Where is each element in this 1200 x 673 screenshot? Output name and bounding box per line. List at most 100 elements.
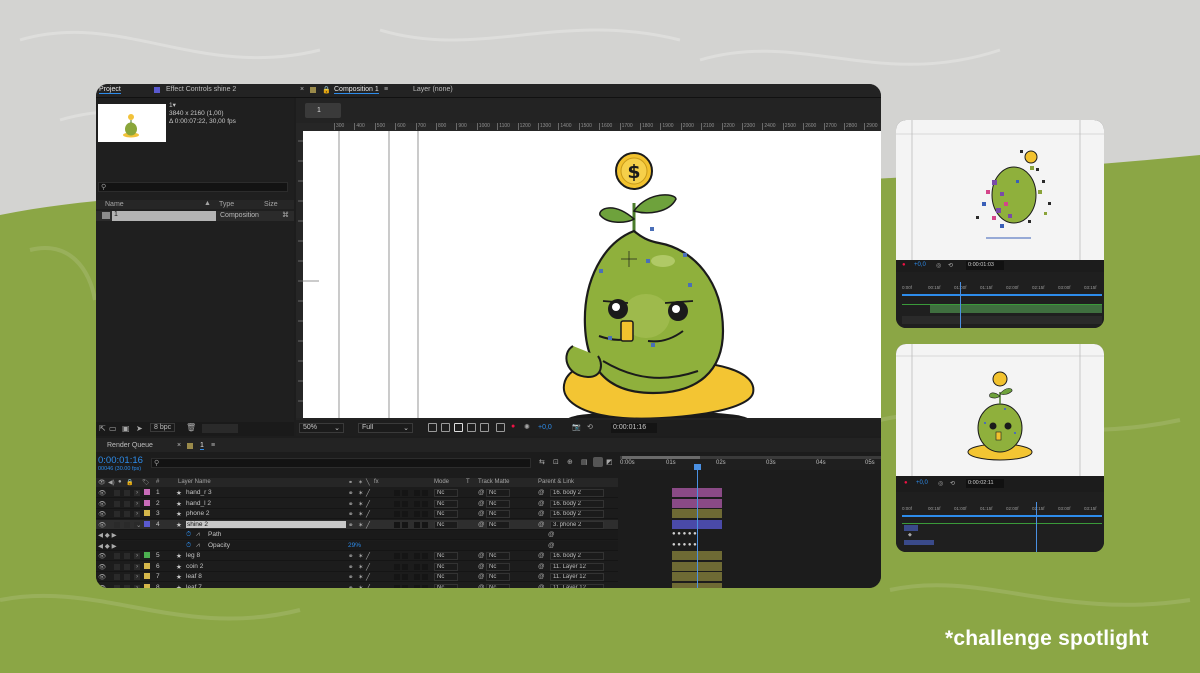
trash-icon[interactable]: 🗑	[186, 423, 196, 432]
collapse-switch-icon[interactable]: ✶	[358, 510, 363, 518]
label-color-swatch[interactable]	[144, 489, 150, 495]
switch-box[interactable]	[394, 563, 400, 570]
project-item-name[interactable]: 1	[112, 211, 216, 221]
playhead-line[interactable]	[697, 466, 698, 588]
switch-box[interactable]	[394, 500, 400, 507]
motion-blur-icon[interactable]	[593, 457, 603, 467]
draft-3d-icon[interactable]: ⊡	[553, 458, 559, 466]
parent-dropdown[interactable]: 16. body 2	[550, 489, 604, 497]
shy-switch-icon[interactable]: ⚭	[348, 479, 353, 486]
parent-pickwhip-icon[interactable]: @	[538, 489, 545, 496]
mode-dropdown[interactable]: Nc	[434, 562, 458, 571]
keyframe-nav-icon[interactable]: ◀ ◆ ▶	[98, 542, 117, 550]
chevron-right-icon[interactable]: ›	[136, 552, 138, 559]
mode-dropdown[interactable]: Nc	[434, 499, 458, 508]
exposure-value[interactable]: +0,0	[538, 424, 552, 431]
switch-box[interactable]	[422, 500, 428, 507]
switch-box[interactable]	[402, 490, 408, 496]
label-color-swatch[interactable]	[144, 520, 150, 527]
playhead-handle[interactable]	[694, 464, 701, 470]
switch-box[interactable]	[414, 574, 420, 580]
mode-dropdown[interactable]: Nc	[434, 573, 458, 581]
switch-box[interactable]	[422, 521, 428, 528]
collapse-switch-icon[interactable]: ✶	[358, 552, 363, 560]
col-type[interactable]: Type	[219, 201, 234, 208]
close-icon[interactable]: ×	[300, 86, 304, 93]
track-matte-pickwhip-icon[interactable]: @	[478, 500, 485, 507]
switch-box[interactable]	[402, 511, 408, 517]
layer-name[interactable]: hand_r 3	[186, 489, 212, 496]
parent-dropdown[interactable]: 11. Layer 12	[550, 562, 604, 571]
new-folder-icon[interactable]: ▭	[109, 424, 117, 433]
layer-name[interactable]: leaf 8	[186, 573, 202, 580]
collapse-switch-icon[interactable]: ✶	[358, 489, 363, 497]
shy-switch-icon[interactable]: ⚭	[348, 489, 353, 497]
parent-pickwhip-icon[interactable]: @	[538, 521, 545, 528]
quality-switch-icon[interactable]: ╲	[366, 479, 370, 486]
collapse-switch-icon[interactable]: ✶	[358, 479, 363, 486]
track-matte-dropdown[interactable]: Nc	[486, 489, 510, 497]
keyframe-nav-icon[interactable]: ◀ ◆ ▶	[98, 531, 117, 539]
thumb1-timecode[interactable]: 0:00:01:03	[966, 261, 1004, 270]
lock-box[interactable]	[124, 511, 130, 517]
solo-icon[interactable]: ●	[118, 479, 122, 485]
parent-pickwhip-icon[interactable]: @	[538, 563, 545, 570]
switch-box[interactable]	[394, 553, 400, 559]
solo-box[interactable]	[114, 584, 120, 588]
lock-box[interactable]	[124, 490, 130, 496]
quality-switch-icon[interactable]: ╱	[366, 552, 370, 560]
eye-icon[interactable]: 👁	[98, 489, 106, 497]
region-of-interest-icon[interactable]	[454, 423, 463, 434]
solo-box[interactable]	[114, 553, 120, 559]
lock-box[interactable]	[124, 521, 130, 528]
collapse-switch-icon[interactable]: ✶	[358, 521, 363, 529]
project-search-input[interactable]: ⚲	[98, 182, 288, 192]
video-visibility-icon[interactable]: 👁	[98, 479, 106, 486]
property-name[interactable]: Path	[208, 531, 221, 538]
switch-box[interactable]	[394, 574, 400, 580]
thumb2-timecode[interactable]: 0:00:02:11	[966, 479, 1004, 488]
parent-dropdown[interactable]: 16. body 2	[550, 510, 604, 518]
current-time-display[interactable]: 0:00:01:16	[98, 455, 143, 466]
show-snapshot-icon[interactable]: ⟲	[950, 480, 955, 487]
switch-box[interactable]	[422, 563, 428, 570]
parent-pickwhip-icon[interactable]: @	[538, 510, 545, 517]
grid-icon[interactable]	[496, 423, 505, 434]
shy-switch-icon[interactable]: ⚭	[348, 584, 353, 589]
switch-box[interactable]	[414, 500, 420, 507]
col-layer-name[interactable]: Layer Name	[178, 479, 211, 485]
solo-box[interactable]	[114, 563, 120, 570]
tab-render-queue[interactable]: Render Queue	[107, 442, 153, 449]
switch-box[interactable]	[414, 521, 420, 528]
tab-layer[interactable]: Layer (none)	[413, 86, 453, 93]
layer-name[interactable]: coin 2	[186, 563, 203, 570]
switch-box[interactable]	[414, 563, 420, 570]
layer-row[interactable]: 👁 › 1 ★ hand_r 3 ⚭ ✶ ╱ Nc @ Nc @16. body 2	[96, 488, 618, 498]
label-icon[interactable]: 🏷	[142, 479, 150, 486]
guides-icon[interactable]	[480, 423, 489, 434]
resolution-dropdown[interactable]: Full ⌄	[358, 423, 413, 433]
snapshot-camera-icon[interactable]: 📷	[572, 423, 581, 431]
mode-dropdown[interactable]: Nc	[434, 520, 458, 529]
switch-box[interactable]	[422, 574, 428, 580]
sort-icon[interactable]: ▲	[204, 200, 211, 207]
mode-dropdown[interactable]: Nc	[434, 583, 458, 588]
switch-box[interactable]	[402, 584, 408, 588]
frame-blending-icon[interactable]: ▤	[581, 458, 588, 466]
parent-pickwhip-icon[interactable]: @	[538, 500, 545, 507]
mode-dropdown[interactable]: Nc	[434, 510, 458, 518]
track-matte-pickwhip-icon[interactable]: @	[478, 489, 485, 496]
shy-switch-icon[interactable]: ⚭	[348, 521, 353, 529]
track-matte-pickwhip-icon[interactable]: @	[478, 563, 485, 570]
solo-box[interactable]	[114, 521, 120, 528]
lock-box[interactable]	[124, 574, 130, 580]
shy-switch-icon[interactable]: ⚭	[348, 500, 353, 508]
solo-box[interactable]	[114, 500, 120, 507]
quality-switch-icon[interactable]: ╱	[366, 510, 370, 518]
show-snapshot-icon[interactable]: ⟲	[948, 262, 953, 269]
switch-box[interactable]	[422, 584, 428, 588]
label-color-swatch[interactable]	[144, 583, 150, 588]
label-color-swatch[interactable]	[144, 499, 150, 506]
parent-pickwhip-icon[interactable]: @	[538, 573, 545, 580]
shy-layers-icon[interactable]: ⊕	[567, 458, 573, 466]
